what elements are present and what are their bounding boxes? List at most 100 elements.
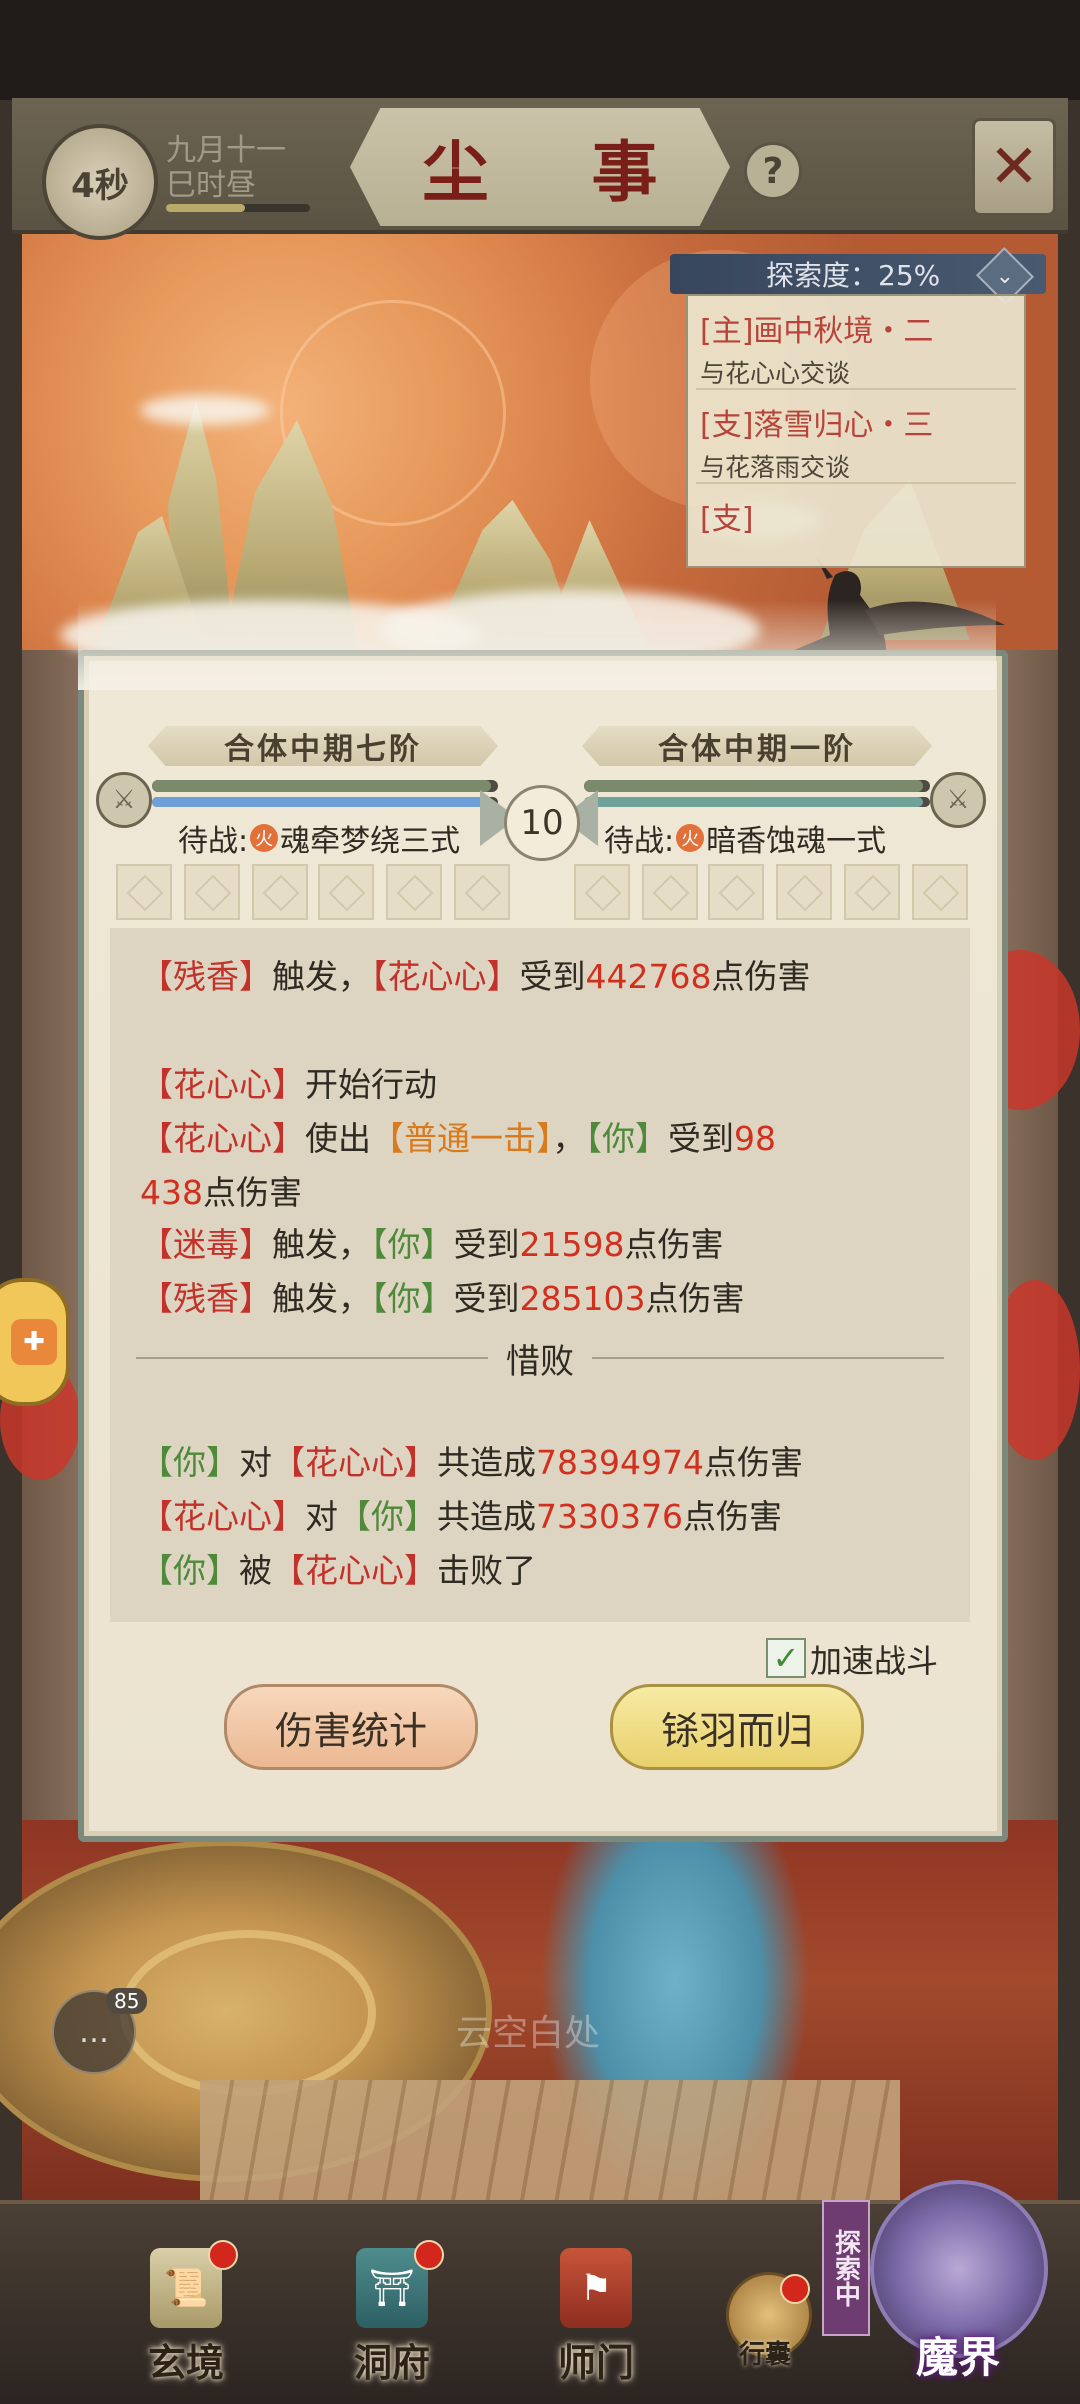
notification-dot bbox=[208, 2240, 238, 2270]
timer-text: 4秒 bbox=[71, 165, 129, 206]
quest-item[interactable]: [主]画中秋境・二 与花心心交谈 bbox=[700, 306, 1016, 390]
divider bbox=[592, 1357, 944, 1359]
buff-slot[interactable] bbox=[116, 864, 172, 920]
log-line: 438点伤害 bbox=[140, 1173, 302, 1212]
fire-element-icon: 火 bbox=[676, 824, 705, 852]
nav-label: 洞府 bbox=[353, 2340, 430, 2385]
speed-battle-checkbox[interactable]: ✓ bbox=[766, 1638, 806, 1678]
page-title: 尘 事 bbox=[422, 133, 698, 211]
notification-dot bbox=[780, 2274, 810, 2304]
enemy-mp-bar bbox=[584, 797, 930, 807]
quest-item[interactable]: [支]落雪归心・三 与花落雨交谈 bbox=[700, 400, 1016, 484]
chat-bubble-icon: … bbox=[79, 2014, 109, 2050]
log-line: 【迷毒】触发，【你】受到21598点伤害 bbox=[140, 1225, 724, 1264]
log-line: 【残香】触发，【你】受到285103点伤害 bbox=[140, 1279, 745, 1318]
nav-item-xuanjing[interactable]: 📜 玄境 bbox=[116, 2240, 256, 2400]
checkmark-icon: ✓ bbox=[772, 1639, 800, 1677]
retreat-button[interactable]: 铩羽而归 bbox=[610, 1684, 864, 1770]
standby-label: 待战: bbox=[178, 824, 249, 859]
summary-line: 【你】对【花心心】共造成78394974点伤害 bbox=[140, 1443, 803, 1482]
enemy-avatar-badge[interactable]: ⚔ bbox=[930, 772, 986, 828]
title-plaque: 尘 事 bbox=[350, 108, 730, 226]
buff-slot[interactable] bbox=[776, 864, 832, 920]
quest-subtitle: 与花落雨交谈 bbox=[700, 453, 851, 482]
exploration-progress-text: 探索度：25% bbox=[766, 259, 941, 292]
buff-slot[interactable] bbox=[386, 864, 442, 920]
battle-result-text: 惜败 bbox=[506, 1341, 574, 1382]
enemy-mp-fill bbox=[584, 797, 924, 807]
speed-battle-label[interactable]: 加速战斗 bbox=[810, 1636, 938, 1682]
right-frame bbox=[1058, 100, 1080, 2200]
sword-icon: ⚔ bbox=[112, 785, 136, 815]
cloud-mist bbox=[140, 395, 270, 425]
player-mp-fill bbox=[152, 797, 492, 807]
fire-element-icon: 火 bbox=[250, 824, 279, 852]
sword-icon: ⚔ bbox=[946, 785, 970, 815]
exploring-tag: 探索中 bbox=[822, 2200, 870, 2336]
enemy-hp-fill bbox=[584, 780, 924, 792]
close-x-icon: ✕ bbox=[988, 132, 1040, 202]
exploration-progress-bar: 探索度：25% ⌄ bbox=[670, 247, 1046, 305]
round-number: 10 bbox=[520, 803, 564, 843]
nav-item-dongfu[interactable]: ⛩ 洞府 bbox=[322, 2240, 462, 2400]
question-icon: ? bbox=[762, 150, 784, 192]
countdown-timer: 4秒 bbox=[42, 124, 158, 240]
help-button[interactable]: ? bbox=[744, 142, 802, 200]
log-line: 【花心心】使出【普通一击】，【你】受到98 bbox=[140, 1119, 776, 1158]
damage-stats-button[interactable]: 伤害统计 bbox=[224, 1684, 478, 1770]
nav-item-shimen[interactable]: ⚑ 师门 bbox=[526, 2240, 666, 2400]
divider bbox=[696, 388, 1016, 390]
side-gamepad-button[interactable]: ✚ bbox=[0, 1278, 70, 1406]
skill-name: 暗香蚀魂一式 bbox=[706, 824, 887, 859]
divider bbox=[136, 1357, 488, 1359]
sect-banner-icon: ⚑ bbox=[560, 2248, 632, 2328]
bag-label[interactable]: 行囊 bbox=[720, 2334, 810, 2371]
close-button[interactable]: ✕ bbox=[972, 118, 1056, 216]
quest-item[interactable]: [支] bbox=[700, 494, 1016, 538]
notification-dot bbox=[414, 2240, 444, 2270]
nav-label: 师门 bbox=[557, 2340, 634, 2385]
quest-title: [支]落雪归心・三 bbox=[700, 408, 934, 443]
platform-ring bbox=[120, 1930, 376, 2096]
top-status-area bbox=[0, 0, 1080, 100]
summary-line: 【你】被【花心心】击败了 bbox=[140, 1551, 536, 1590]
standby-label: 待战: bbox=[604, 824, 675, 859]
enemy-standby-skill: 待战: 火暗香蚀魂一式 bbox=[604, 816, 886, 860]
buff-slot[interactable] bbox=[844, 864, 900, 920]
skill-name: 魂牵梦绕三式 bbox=[280, 824, 461, 859]
demon-realm-label[interactable]: 魔界 bbox=[878, 2324, 1038, 2385]
buff-slot[interactable] bbox=[912, 864, 968, 920]
nav-label: 玄境 bbox=[147, 2340, 224, 2385]
left-frame bbox=[0, 100, 22, 2200]
round-counter: 10 bbox=[504, 785, 580, 861]
player-avatar-badge[interactable]: ⚔ bbox=[96, 772, 152, 828]
enemy-rank: 合体中期一阶 bbox=[582, 726, 932, 766]
quest-list: [主]画中秋境・二 与花心心交谈 [支]落雪归心・三 与花落雨交谈 [支] bbox=[686, 294, 1026, 568]
buff-slot[interactable] bbox=[454, 864, 510, 920]
battle-log[interactable]: 【残香】触发，【花心心】受到442768点伤害 【花心心】开始行动 【花心心】使… bbox=[110, 928, 970, 1622]
chevron-down-icon: ⌄ bbox=[995, 263, 1015, 289]
buff-slot[interactable] bbox=[318, 864, 374, 920]
quest-title: [主]画中秋境・二 bbox=[700, 314, 934, 349]
day-progress-bar bbox=[166, 204, 310, 212]
divider bbox=[696, 482, 1016, 484]
buff-slot[interactable] bbox=[184, 864, 240, 920]
buff-slot[interactable] bbox=[708, 864, 764, 920]
buff-slot[interactable] bbox=[574, 864, 630, 920]
player-rank: 合体中期七阶 bbox=[148, 726, 498, 766]
buff-slot[interactable] bbox=[642, 864, 698, 920]
log-line: 【花心心】开始行动 bbox=[140, 1065, 437, 1104]
player-hp-fill bbox=[152, 780, 492, 792]
player-hp-bar bbox=[152, 780, 498, 792]
summary-line: 【花心心】对【你】共造成7330376点伤害 bbox=[140, 1497, 782, 1536]
chat-unread-badge: 85 bbox=[106, 1988, 148, 2014]
enemy-hp-bar bbox=[584, 780, 930, 792]
quest-subtitle: 与花心心交谈 bbox=[700, 359, 851, 388]
log-line: 【残香】触发，【花心心】受到442768点伤害 bbox=[140, 957, 811, 996]
chat-scroll-text: 云空白处 bbox=[456, 2013, 601, 2054]
gamepad-icon: ✚ bbox=[11, 1319, 57, 1365]
battle-result-divider: 惜败 bbox=[136, 1338, 944, 1382]
quest-title: [支] bbox=[700, 502, 754, 537]
buff-slot[interactable] bbox=[252, 864, 308, 920]
dialog-mist-fade bbox=[78, 600, 996, 690]
